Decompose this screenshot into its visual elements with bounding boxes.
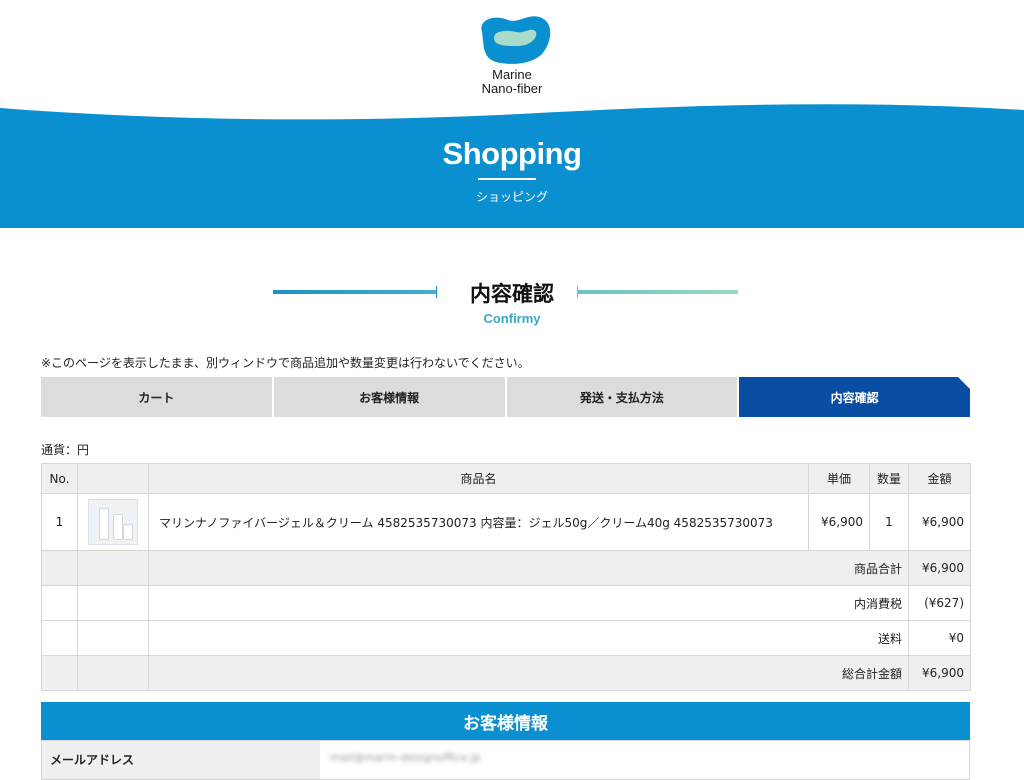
summary-label: 商品合計 [148,550,909,586]
header-unit-price: 単価 [808,463,870,494]
step-confirm: 内容確認 [739,377,970,417]
brand-line1: Marine [492,67,532,82]
currency-label: 通貨：円 [41,443,90,457]
summary-value: ¥6,900 [908,655,971,691]
order-table: No. 商品名 単価 数量 金額 1 マリンナノファイバージェル＆クリーム 45… [41,463,971,691]
checkout-steps: カート お客様情報 発送・支払方法 内容確認 [41,377,970,417]
email-label: メールアドレス [42,741,320,779]
summary-row-shipping: 送料 ¥0 [41,620,971,656]
hero-divider [478,178,536,180]
item-name: マリンナノファイバージェル＆クリーム 4582535730073 内容量：ジェル… [148,493,809,551]
summary-label: 内消費税 [148,585,909,621]
item-amount: ¥6,900 [908,493,971,551]
brand-logo[interactable]: Marine Nano-fiber [462,12,562,100]
header-no: No. [41,463,78,494]
step-shipping-payment[interactable]: 発送・支払方法 [506,377,740,417]
logo-mark-icon [481,16,551,64]
notice-text: ※このページを表示したまま、別ウィンドウで商品追加や数量変更は行わないでください… [41,356,530,370]
item-image-cell [77,493,149,551]
hero-subtitle: ショッピング [475,190,548,204]
step-cart[interactable]: カート [41,377,274,417]
item-no: 1 [41,493,78,551]
summary-row-tax: 内消費税 (¥627) [41,585,971,621]
customer-email-row: メールアドレス mail@marin-designoffice.jp [41,740,970,780]
table-header-row: No. 商品名 単価 数量 金額 [41,463,971,494]
summary-value: ¥0 [908,620,971,656]
email-value: mail@marin-designoffice.jp [330,751,481,764]
product-thumbnail[interactable] [88,499,138,545]
hero-title: Shopping [442,136,582,171]
header-qty: 数量 [869,463,909,494]
step-customer-info[interactable]: お客様情報 [273,377,507,417]
header-image [77,463,149,494]
section-subtitle: Confirmy [483,311,541,326]
summary-row-subtotal: 商品合計 ¥6,900 [41,550,971,586]
table-row: 1 マリンナノファイバージェル＆クリーム 4582535730073 内容量：ジ… [41,493,971,551]
header-product-name: 商品名 [148,463,809,494]
section-title: 内容確認 [470,282,554,306]
item-qty: 1 [869,493,909,551]
page: Marine Nano-fiber Shopping ショッピング 内容確認 C… [0,0,1024,780]
summary-label: 送料 [148,620,909,656]
brand-line2: Nano-fiber [481,81,543,96]
summary-value: ¥6,900 [908,550,971,586]
summary-value: (¥627) [908,585,971,621]
header-amount: 金額 [908,463,971,494]
hero-banner: Shopping ショッピング [0,96,1024,228]
summary-row-total: 総合計金額 ¥6,900 [41,655,971,691]
item-unit-price: ¥6,900 [808,493,870,551]
customer-info-heading: お客様情報 [41,702,970,740]
summary-label: 総合計金額 [148,655,909,691]
